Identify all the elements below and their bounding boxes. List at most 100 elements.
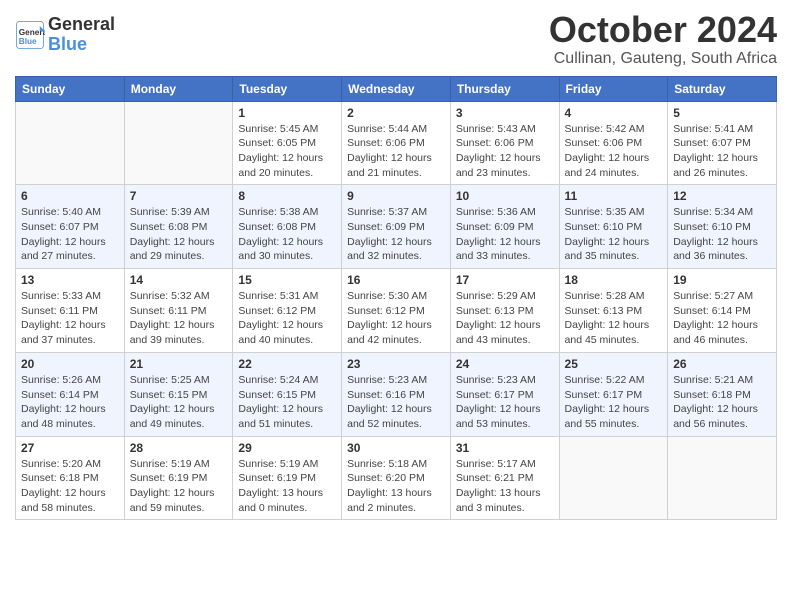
logo-icon: General Blue: [15, 20, 45, 50]
calendar-cell: 30Sunrise: 5:18 AM Sunset: 6:20 PM Dayli…: [342, 436, 451, 520]
calendar-cell: 24 Sunrise: 5:23 AM Sunset: 6:17 PM Dayli…: [450, 352, 559, 436]
day-number: 12: [673, 189, 771, 203]
day-info: Sunrise: 5:24 AM Sunset: 6:15 PM Dayligh…: [238, 373, 336, 432]
day-number: 31: [456, 441, 554, 455]
calendar-cell: [668, 436, 777, 520]
calendar-cell: 4 Sunrise: 5:42 AM Sunset: 6:06 PM Daylig…: [559, 101, 668, 185]
day-info: Sunrise: 5:40 AM Sunset: 6:07 PM Dayligh…: [21, 205, 119, 264]
svg-text:Blue: Blue: [19, 37, 37, 46]
calendar-cell: 29 Sunrise: 5:19 AM Sunset: 6:19 PM Dayli…: [233, 436, 342, 520]
day-info: Sunrise: 5:30 AM Sunset: 6:12 PM Dayligh…: [347, 289, 445, 348]
day-number: 23: [347, 357, 445, 371]
calendar-cell: 23Sunrise: 5:23 AM Sunset: 6:16 PM Dayli…: [342, 352, 451, 436]
day-number: 20: [21, 357, 119, 371]
calendar-cell: 14Sunrise: 5:32 AM Sunset: 6:11 PM Dayli…: [124, 269, 233, 353]
calendar-cell: 18Sunrise: 5:28 AM Sunset: 6:13 PM Dayli…: [559, 269, 668, 353]
day-info: Sunrise: 5:21 AM Sunset: 6:18 PM Dayligh…: [673, 373, 771, 432]
day-number: 25: [565, 357, 663, 371]
calendar-cell: 26 Sunrise: 5:21 AM Sunset: 6:18 PM Dayli…: [668, 352, 777, 436]
calendar-week-row: 1 Sunrise: 5:45 AM Sunset: 6:05 PM Daylig…: [16, 101, 777, 185]
calendar-cell: 21 Sunrise: 5:25 AM Sunset: 6:15 PM Dayli…: [124, 352, 233, 436]
calendar-cell: 13Sunrise: 5:33 AM Sunset: 6:11 PM Dayli…: [16, 269, 125, 353]
calendar-cell: 6 Sunrise: 5:40 AM Sunset: 6:07 PM Daylig…: [16, 185, 125, 269]
calendar-cell: 17 Sunrise: 5:29 AM Sunset: 6:13 PM Dayli…: [450, 269, 559, 353]
column-header-sunday: Sunday: [16, 76, 125, 101]
calendar-cell: 8 Sunrise: 5:38 AM Sunset: 6:08 PM Daylig…: [233, 185, 342, 269]
day-number: 6: [21, 189, 119, 203]
day-number: 7: [130, 189, 228, 203]
calendar-cell: 19Sunrise: 5:27 AM Sunset: 6:14 PM Dayli…: [668, 269, 777, 353]
day-info: Sunrise: 5:25 AM Sunset: 6:15 PM Dayligh…: [130, 373, 228, 432]
day-number: 14: [130, 273, 228, 287]
calendar-week-row: 13Sunrise: 5:33 AM Sunset: 6:11 PM Dayli…: [16, 269, 777, 353]
day-number: 28: [130, 441, 228, 455]
logo: General Blue General Blue: [15, 15, 115, 55]
calendar-week-row: 27 Sunrise: 5:20 AM Sunset: 6:18 PM Dayli…: [16, 436, 777, 520]
day-info: Sunrise: 5:23 AM Sunset: 6:17 PM Dayligh…: [456, 373, 554, 432]
column-header-saturday: Saturday: [668, 76, 777, 101]
day-info: Sunrise: 5:38 AM Sunset: 6:08 PM Dayligh…: [238, 205, 336, 264]
day-number: 26: [673, 357, 771, 371]
day-number: 2: [347, 106, 445, 120]
column-header-thursday: Thursday: [450, 76, 559, 101]
day-number: 22: [238, 357, 336, 371]
day-number: 27: [21, 441, 119, 455]
calendar-cell: 28 Sunrise: 5:19 AM Sunset: 6:19 PM Dayli…: [124, 436, 233, 520]
title-area: October 2024 Cullinan, Gauteng, South Af…: [549, 10, 777, 68]
day-info: Sunrise: 5:29 AM Sunset: 6:13 PM Dayligh…: [456, 289, 554, 348]
day-info: Sunrise: 5:45 AM Sunset: 6:05 PM Dayligh…: [238, 122, 336, 181]
calendar-cell: 27 Sunrise: 5:20 AM Sunset: 6:18 PM Dayli…: [16, 436, 125, 520]
day-number: 10: [456, 189, 554, 203]
location-title: Cullinan, Gauteng, South Africa: [549, 50, 777, 68]
day-info: Sunrise: 5:28 AM Sunset: 6:13 PM Dayligh…: [565, 289, 663, 348]
day-info: Sunrise: 5:41 AM Sunset: 6:07 PM Dayligh…: [673, 122, 771, 181]
day-number: 13: [21, 273, 119, 287]
day-number: 29: [238, 441, 336, 455]
calendar-header-row: SundayMondayTuesdayWednesdayThursdayFrid…: [16, 76, 777, 101]
calendar-cell: 11 Sunrise: 5:35 AM Sunset: 6:10 PM Dayli…: [559, 185, 668, 269]
day-info: Sunrise: 5:26 AM Sunset: 6:14 PM Dayligh…: [21, 373, 119, 432]
day-number: 1: [238, 106, 336, 120]
day-info: Sunrise: 5:37 AM Sunset: 6:09 PM Dayligh…: [347, 205, 445, 264]
calendar-table: SundayMondayTuesdayWednesdayThursdayFrid…: [15, 76, 777, 521]
calendar-cell: 25 Sunrise: 5:22 AM Sunset: 6:17 PM Dayli…: [559, 352, 668, 436]
calendar-cell: 15Sunrise: 5:31 AM Sunset: 6:12 PM Dayli…: [233, 269, 342, 353]
day-info: Sunrise: 5:19 AM Sunset: 6:19 PM Dayligh…: [238, 457, 336, 516]
day-number: 24: [456, 357, 554, 371]
calendar-week-row: 20 Sunrise: 5:26 AM Sunset: 6:14 PM Dayli…: [16, 352, 777, 436]
day-info: Sunrise: 5:44 AM Sunset: 6:06 PM Dayligh…: [347, 122, 445, 181]
day-info: Sunrise: 5:39 AM Sunset: 6:08 PM Dayligh…: [130, 205, 228, 264]
calendar-cell: 7 Sunrise: 5:39 AM Sunset: 6:08 PM Daylig…: [124, 185, 233, 269]
day-number: 9: [347, 189, 445, 203]
day-info: Sunrise: 5:18 AM Sunset: 6:20 PM Dayligh…: [347, 457, 445, 516]
day-number: 15: [238, 273, 336, 287]
calendar-cell: 9 Sunrise: 5:37 AM Sunset: 6:09 PM Daylig…: [342, 185, 451, 269]
day-info: Sunrise: 5:19 AM Sunset: 6:19 PM Dayligh…: [130, 457, 228, 516]
calendar-cell: 31 Sunrise: 5:17 AM Sunset: 6:21 PM Dayli…: [450, 436, 559, 520]
day-info: Sunrise: 5:42 AM Sunset: 6:06 PM Dayligh…: [565, 122, 663, 181]
column-header-friday: Friday: [559, 76, 668, 101]
day-number: 21: [130, 357, 228, 371]
calendar-cell: 20 Sunrise: 5:26 AM Sunset: 6:14 PM Dayli…: [16, 352, 125, 436]
calendar-cell: [124, 101, 233, 185]
day-number: 11: [565, 189, 663, 203]
day-number: 17: [456, 273, 554, 287]
day-info: Sunrise: 5:20 AM Sunset: 6:18 PM Dayligh…: [21, 457, 119, 516]
calendar-cell: 16 Sunrise: 5:30 AM Sunset: 6:12 PM Dayli…: [342, 269, 451, 353]
month-title: October 2024: [549, 10, 777, 50]
day-number: 4: [565, 106, 663, 120]
day-info: Sunrise: 5:35 AM Sunset: 6:10 PM Dayligh…: [565, 205, 663, 264]
day-info: Sunrise: 5:22 AM Sunset: 6:17 PM Dayligh…: [565, 373, 663, 432]
day-info: Sunrise: 5:27 AM Sunset: 6:14 PM Dayligh…: [673, 289, 771, 348]
column-header-wednesday: Wednesday: [342, 76, 451, 101]
day-number: 8: [238, 189, 336, 203]
calendar-cell: 2 Sunrise: 5:44 AM Sunset: 6:06 PM Daylig…: [342, 101, 451, 185]
day-info: Sunrise: 5:36 AM Sunset: 6:09 PM Dayligh…: [456, 205, 554, 264]
day-info: Sunrise: 5:17 AM Sunset: 6:21 PM Dayligh…: [456, 457, 554, 516]
calendar-cell: [16, 101, 125, 185]
calendar-cell: 10 Sunrise: 5:36 AM Sunset: 6:09 PM Dayli…: [450, 185, 559, 269]
day-info: Sunrise: 5:43 AM Sunset: 6:06 PM Dayligh…: [456, 122, 554, 181]
column-header-monday: Monday: [124, 76, 233, 101]
day-number: 16: [347, 273, 445, 287]
column-header-tuesday: Tuesday: [233, 76, 342, 101]
